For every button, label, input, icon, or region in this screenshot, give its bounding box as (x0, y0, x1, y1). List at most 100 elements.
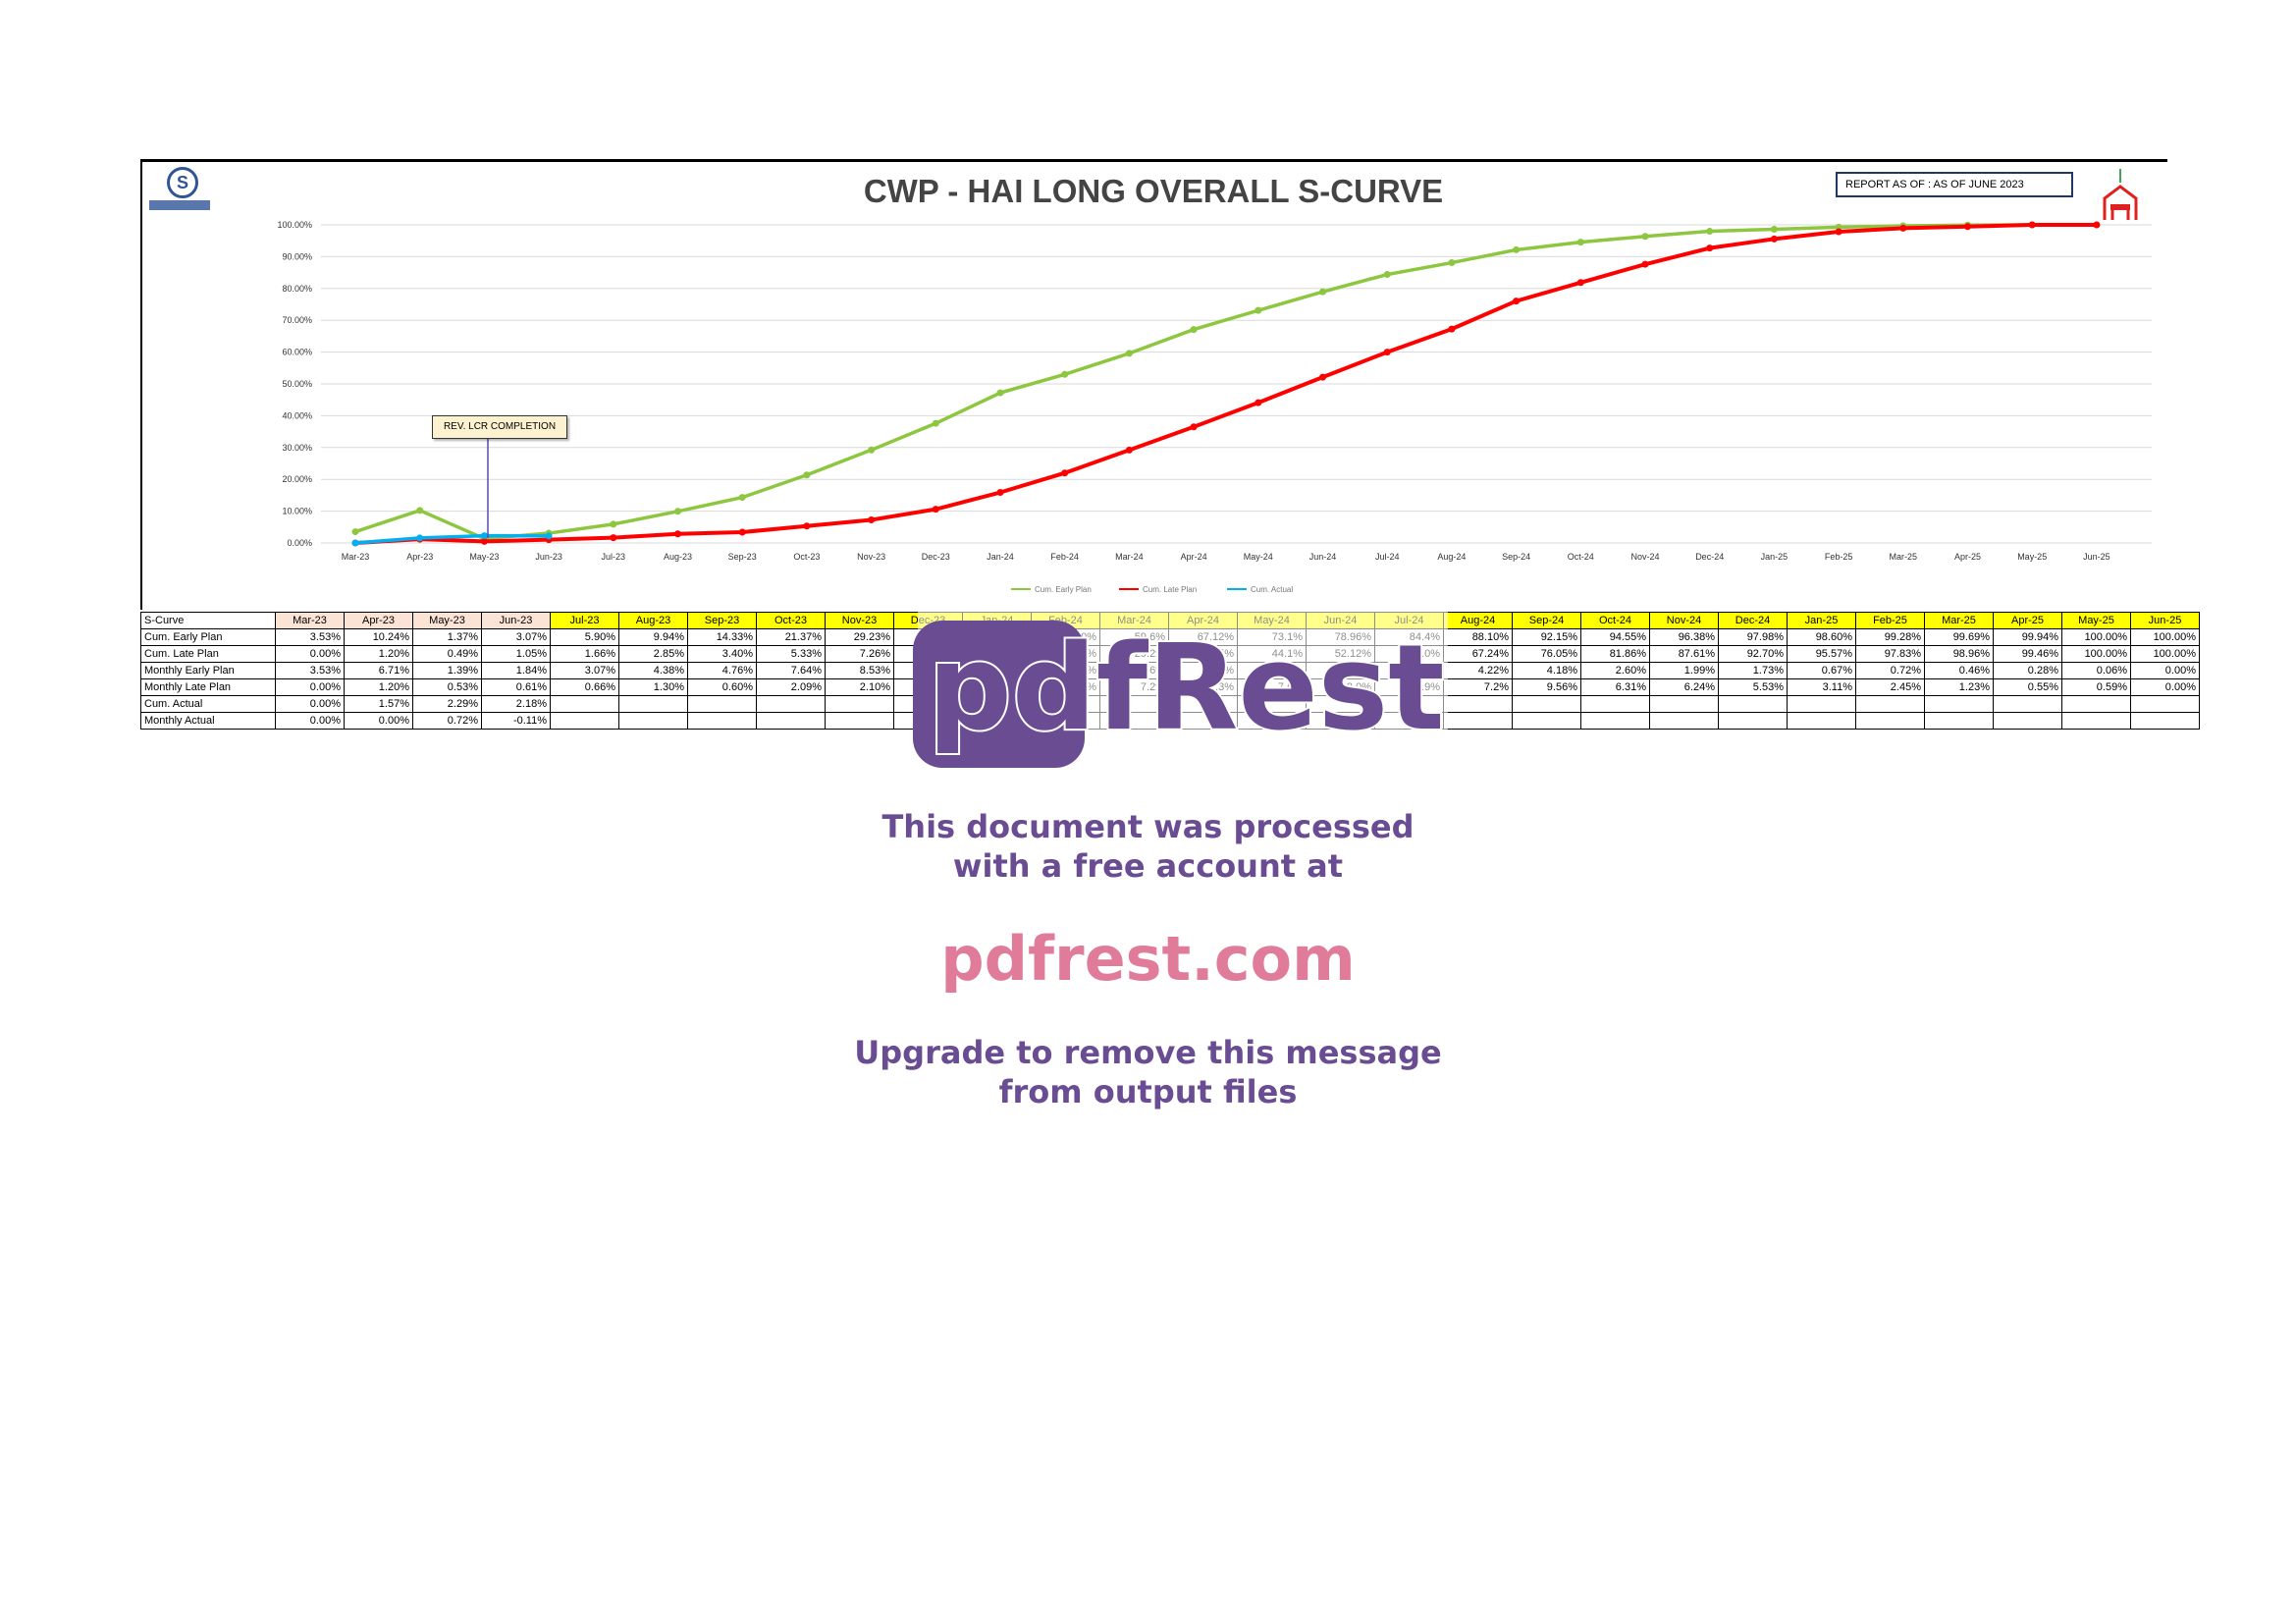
series-point (1448, 259, 1456, 267)
legend-label: Cum. Actual (1251, 585, 1293, 594)
table-cell: 3.07% (481, 628, 551, 646)
watermark-upgrade-line-2: from output files (998, 1073, 1298, 1110)
y-tick-label: 80.00% (282, 284, 312, 294)
table-cell: 1.66% (550, 645, 619, 663)
table-cell: 94.55% (1580, 628, 1650, 646)
series-line (354, 223, 2097, 541)
series-point (1319, 373, 1326, 381)
table-cell: 0.46% (1924, 662, 1994, 679)
legend-label: Cum. Late Plan (1143, 585, 1197, 594)
table-cell: 0.00% (275, 695, 345, 713)
table-header-month: Oct-24 (1580, 612, 1650, 629)
x-tick-label: May-23 (469, 552, 499, 562)
series-point (738, 494, 746, 502)
table-cell: 1.05% (481, 645, 551, 663)
table-cell: -0.11% (481, 712, 551, 730)
x-tick-label: Jun-23 (535, 552, 562, 562)
series-point (803, 522, 811, 530)
table-cell: 9.56% (1512, 678, 1581, 696)
x-tick-label: Mar-25 (1890, 552, 1918, 562)
table-row-label: Monthly Late Plan (140, 678, 276, 696)
table-header-label: S-Curve (140, 612, 276, 629)
table-cell: 3.40% (687, 645, 757, 663)
x-tick-label: Mar-23 (342, 552, 370, 562)
x-tick-label: Feb-24 (1050, 552, 1079, 562)
table-cell (550, 695, 619, 713)
table-cell (2061, 695, 2131, 713)
table-cell (2130, 695, 2200, 713)
chart-gridlines (321, 224, 2152, 544)
y-tick-label: 10.00% (282, 507, 312, 516)
table-cell (1512, 695, 1581, 713)
table-header-month: Sep-23 (687, 612, 757, 629)
series-point (1964, 223, 1971, 231)
table-cell: 5.53% (1718, 678, 1788, 696)
table-row-label: Cum. Late Plan (140, 645, 276, 663)
table-cell: 96.38% (1649, 628, 1719, 646)
table-cell: 98.96% (1924, 645, 1994, 663)
table-cell: 92.15% (1512, 628, 1581, 646)
series-point (351, 539, 359, 547)
x-tick-label: Apr-23 (406, 552, 433, 562)
table-cell: 2.85% (618, 645, 688, 663)
series-point (545, 532, 553, 540)
table-cell: 2.60% (1580, 662, 1650, 679)
table-cell (1855, 695, 1925, 713)
table-cell: 0.00% (275, 712, 345, 730)
series-point (803, 471, 811, 479)
table-cell: 4.76% (687, 662, 757, 679)
y-axis-ticks: 0.00% 10.00% 20.00% 30.00% 40.00% 50.00% 60.00… (277, 220, 312, 548)
series-point (610, 534, 617, 542)
y-tick-label: 40.00% (282, 410, 312, 420)
series-point (416, 507, 424, 514)
table-cell: 1.73% (1718, 662, 1788, 679)
series-point (1255, 306, 1262, 314)
table-cell (687, 712, 757, 730)
table-cell: 0.28% (1993, 662, 2062, 679)
table-header-month: Oct-23 (756, 612, 826, 629)
x-tick-label: Apr-24 (1181, 552, 1207, 562)
watermark-url[interactable]: pdfrest.com (0, 923, 2296, 995)
table-cell: 98.60% (1787, 628, 1856, 646)
series-point (1190, 326, 1198, 334)
table-cell: 95.57% (1787, 645, 1856, 663)
series-point (1770, 235, 1778, 243)
table-cell: 1.30% (618, 678, 688, 696)
s-curve-chart: 0.00% 10.00% 20.00% 30.00% 40.00% 50.00% 60.00… (277, 220, 2152, 594)
series-point (2093, 221, 2101, 229)
table-cell (1580, 712, 1650, 730)
series-point (1641, 260, 1649, 268)
table-cell: 0.61% (481, 678, 551, 696)
table-cell: 7.64% (756, 662, 826, 679)
table-cell (1718, 712, 1788, 730)
watermark-line-2: with a free account at (952, 847, 1344, 885)
y-tick-label: 60.00% (282, 348, 312, 357)
table-cell: 0.66% (550, 678, 619, 696)
series-point (868, 515, 876, 523)
table-header-month: Jun-23 (481, 612, 551, 629)
series-point (1255, 399, 1262, 406)
watermark-upgrade-line-1: Upgrade to remove this message (854, 1034, 1442, 1071)
table-cell: 99.94% (1993, 628, 2062, 646)
series-point (2028, 221, 2036, 229)
series-point (1383, 271, 1391, 279)
table-cell: 0.00% (344, 712, 413, 730)
series-point (1061, 469, 1069, 477)
table-cell: 4.18% (1512, 662, 1581, 679)
table-cell (1718, 695, 1788, 713)
table-header-month: Apr-25 (1993, 612, 2062, 629)
table-cell: 0.49% (412, 645, 482, 663)
series-point (1576, 279, 1584, 287)
table-header-month: Jul-23 (550, 612, 619, 629)
series-point (1190, 423, 1198, 431)
y-tick-label: 50.00% (282, 379, 312, 389)
series-point (674, 530, 681, 538)
series-point (416, 534, 424, 542)
table-cell: 100.00% (2130, 645, 2200, 663)
table-cell (756, 695, 826, 713)
table-cell: 3.53% (275, 628, 345, 646)
x-tick-label: Oct-23 (793, 552, 820, 562)
series-point (1319, 288, 1326, 296)
table-header-month: Mar-23 (275, 612, 345, 629)
table-cell: 21.37% (756, 628, 826, 646)
